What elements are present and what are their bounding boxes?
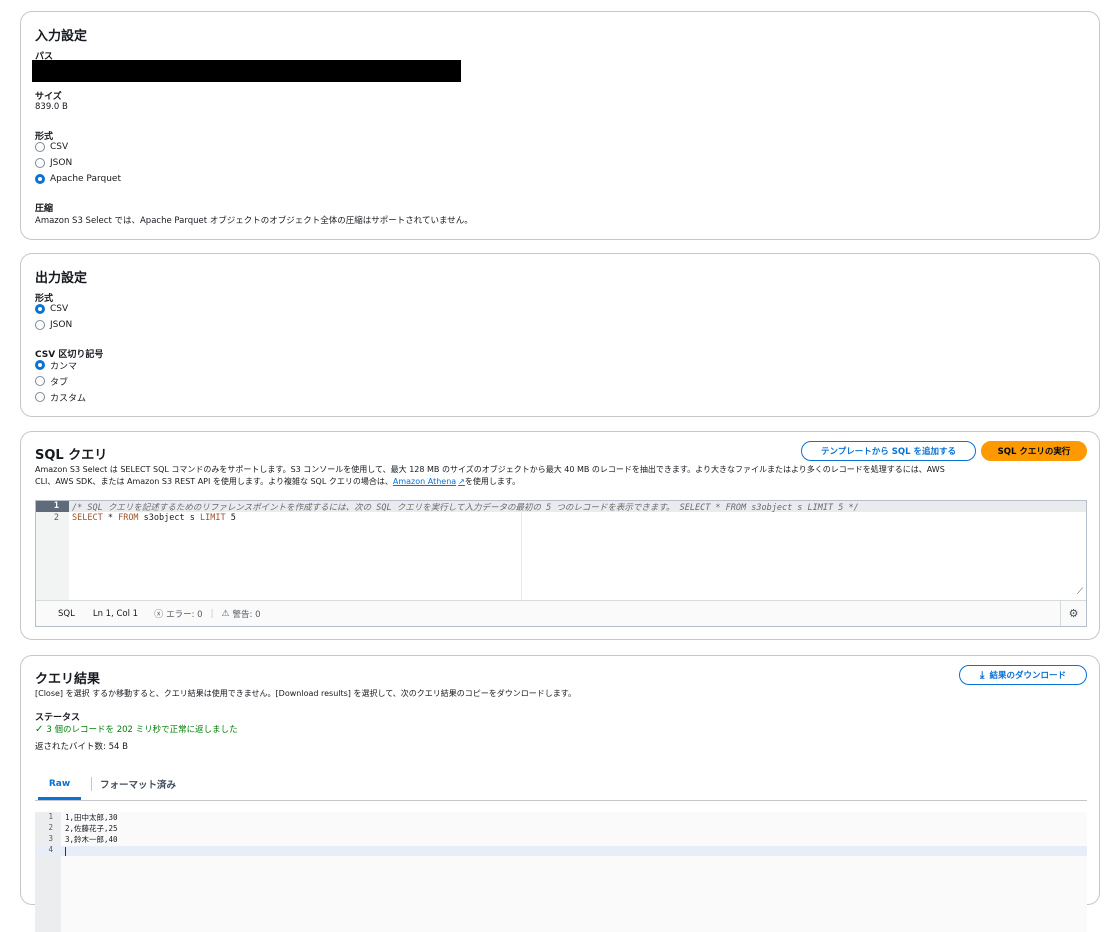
output-format-json[interactable]: JSON <box>35 317 72 333</box>
run-sql-query-button[interactable]: SQL クエリの実行 <box>981 441 1087 461</box>
warning-icon[interactable]: ⚠ <box>221 609 229 619</box>
delimiter-comma-label: カンマ <box>50 361 78 372</box>
sql-query-panel: SQL クエリ テンプレートから SQL を追加する SQL クエリの実行 Am… <box>20 431 1100 640</box>
result-row-2: 2,佐藤花子,25 <box>65 824 118 833</box>
sql-description-end: を使用します。 <box>464 477 521 486</box>
radio-checked-icon[interactable] <box>35 174 45 184</box>
resize-handle-icon[interactable]: ⟋ <box>1077 587 1083 597</box>
results-note: [Close] を選択 するか移動すると、クエリ結果は使用できません。[Down… <box>35 689 577 698</box>
delimiter-comma[interactable]: カンマ <box>35 357 86 373</box>
sql-keyword-limit: LIMIT <box>199 513 226 523</box>
success-check-icon: ✓ <box>35 723 44 735</box>
status-errors[interactable]: エラー: 0 <box>166 608 202 620</box>
sql-query-line[interactable]: SELECT * FROM s3object s LIMIT 5 <box>72 513 236 523</box>
sql-editor-status-bar: SQL Ln 1, Col 1 ⓧ エラー: 0 | ⚠ 警告: 0 ⚙ <box>36 600 1086 626</box>
tab-formatted[interactable]: フォーマット済み <box>100 772 176 796</box>
delimiter-custom-label: カスタム <box>50 393 87 404</box>
text-cursor <box>65 847 66 856</box>
error-icon[interactable]: ⓧ <box>154 607 163 620</box>
query-results-panel: クエリ結果 ⤓ 結果のダウンロード [Close] を選択 するか移動すると、ク… <box>20 655 1100 932</box>
tab-raw[interactable]: Raw <box>38 772 81 796</box>
input-format-parquet-label: Apache Parquet <box>50 174 121 184</box>
input-format-csv[interactable]: CSV <box>35 139 121 155</box>
size-label: サイズ <box>35 92 62 102</box>
compression-label: 圧縮 <box>35 204 54 214</box>
radio-icon[interactable] <box>35 392 45 402</box>
output-format-radio-group: CSV JSON <box>35 301 72 333</box>
output-format-csv-label: CSV <box>50 304 69 314</box>
sql-keyword-from: FROM <box>118 513 139 523</box>
query-results-title: クエリ結果 <box>35 672 101 687</box>
sql-object: s3object s <box>138 513 200 523</box>
input-format-radio-group: CSV JSON Apache Parquet <box>35 139 121 187</box>
athena-link[interactable]: Amazon Athena <box>393 477 456 486</box>
input-format-csv-label: CSV <box>50 142 69 152</box>
results-active-line <box>35 846 1087 856</box>
add-sql-from-template-button[interactable]: テンプレートから SQL を追加する <box>801 441 976 461</box>
compression-note: Amazon S3 Select では、Apache Parquet オブジェク… <box>35 216 473 226</box>
status-message: ✓ 3 個のレコードを 202 ミリ秒で正常に返しました <box>35 723 238 736</box>
tab-divider <box>91 777 92 791</box>
csv-delimiter-radio-group: カンマ タブ カスタム <box>35 357 86 405</box>
result-row-3: 3,鈴木一郎,40 <box>65 835 118 844</box>
download-icon: ⤓ <box>980 669 985 681</box>
results-line-number-1: 1 <box>48 812 53 821</box>
result-row-1: 1,田中太郎,30 <box>65 813 118 822</box>
input-settings-title: 入力設定 <box>35 29 88 44</box>
sql-limit-value: 5 <box>225 513 236 523</box>
input-format-json-label: JSON <box>50 158 73 168</box>
output-format-json-label: JSON <box>50 320 73 330</box>
delimiter-tab[interactable]: タブ <box>35 373 86 389</box>
sql-keyword-select: SELECT <box>72 513 103 523</box>
size-value: 839.0 B <box>35 102 68 112</box>
tabs-bottom-border <box>35 800 1087 801</box>
status-language: SQL <box>58 608 75 619</box>
sql-description-line1: Amazon S3 Select は SELECT SQL コマンドのみをサポー… <box>35 465 945 474</box>
sql-editor[interactable]: 1 2 /* SQL クエリを記述するためのリファレンスポイントを作成するには、… <box>35 500 1087 627</box>
settings-gear-icon[interactable]: ⚙ <box>1060 601 1086 626</box>
output-settings-panel: 出力設定 形式 CSV JSON CSV 区切り記号 カンマ タブ カスタム <box>20 253 1100 417</box>
download-results-button[interactable]: ⤓ 結果のダウンロード <box>959 665 1087 685</box>
results-line-number-2: 2 <box>48 823 53 832</box>
input-settings-panel: 入力設定 パス サイズ 839.0 B 形式 CSV JSON Apache P… <box>20 11 1100 240</box>
output-settings-title: 出力設定 <box>35 271 88 286</box>
status-divider: | <box>210 608 214 619</box>
sql-comment-line[interactable]: /* SQL クエリを記述するためのリファレンスポイントを作成するには、次の S… <box>72 501 859 513</box>
sql-description: Amazon S3 Select は SELECT SQL コマンドのみをサポー… <box>35 464 1085 488</box>
input-format-json[interactable]: JSON <box>35 155 121 171</box>
results-line-number-3: 3 <box>48 834 53 843</box>
editor-print-margin <box>521 512 522 600</box>
sql-description-line2: CLI、AWS SDK、または Amazon S3 REST API を使用しま… <box>35 476 1085 488</box>
sql-query-title: SQL クエリ <box>35 448 108 463</box>
external-link-icon[interactable]: ↗ <box>458 477 465 486</box>
radio-icon[interactable] <box>35 142 45 152</box>
line-number-2: 2 <box>53 513 59 523</box>
returned-bytes: 返されたバイト数: 54 B <box>35 742 128 752</box>
status-success-text: 3 個のレコードを 202 ミリ秒で正常に返しました <box>46 725 238 735</box>
status-label: ステータス <box>35 713 81 723</box>
status-warnings[interactable]: 警告: 0 <box>233 608 261 620</box>
input-format-parquet[interactable]: Apache Parquet <box>35 171 121 187</box>
radio-icon[interactable] <box>35 376 45 386</box>
sql-description-text: CLI、AWS SDK、または Amazon S3 REST API を使用しま… <box>35 477 393 486</box>
redacted-path-value <box>32 60 461 82</box>
raw-results-viewer[interactable]: 1 2 3 4 1,田中太郎,30 2,佐藤花子,25 3,鈴木一郎,40 <box>35 812 1087 932</box>
sql-star: * <box>102 513 119 523</box>
status-cursor-position: Ln 1, Col 1 <box>92 608 139 619</box>
results-line-number-4: 4 <box>48 845 53 854</box>
delimiter-custom[interactable]: カスタム <box>35 389 86 405</box>
radio-icon[interactable] <box>35 158 45 168</box>
delimiter-tab-label: タブ <box>50 377 69 388</box>
radio-checked-icon[interactable] <box>35 304 45 314</box>
radio-icon[interactable] <box>35 320 45 330</box>
output-format-csv[interactable]: CSV <box>35 301 72 317</box>
radio-checked-icon[interactable] <box>35 360 45 370</box>
line-number-1: 1 <box>53 501 59 511</box>
download-results-label: 結果のダウンロード <box>989 671 1066 681</box>
